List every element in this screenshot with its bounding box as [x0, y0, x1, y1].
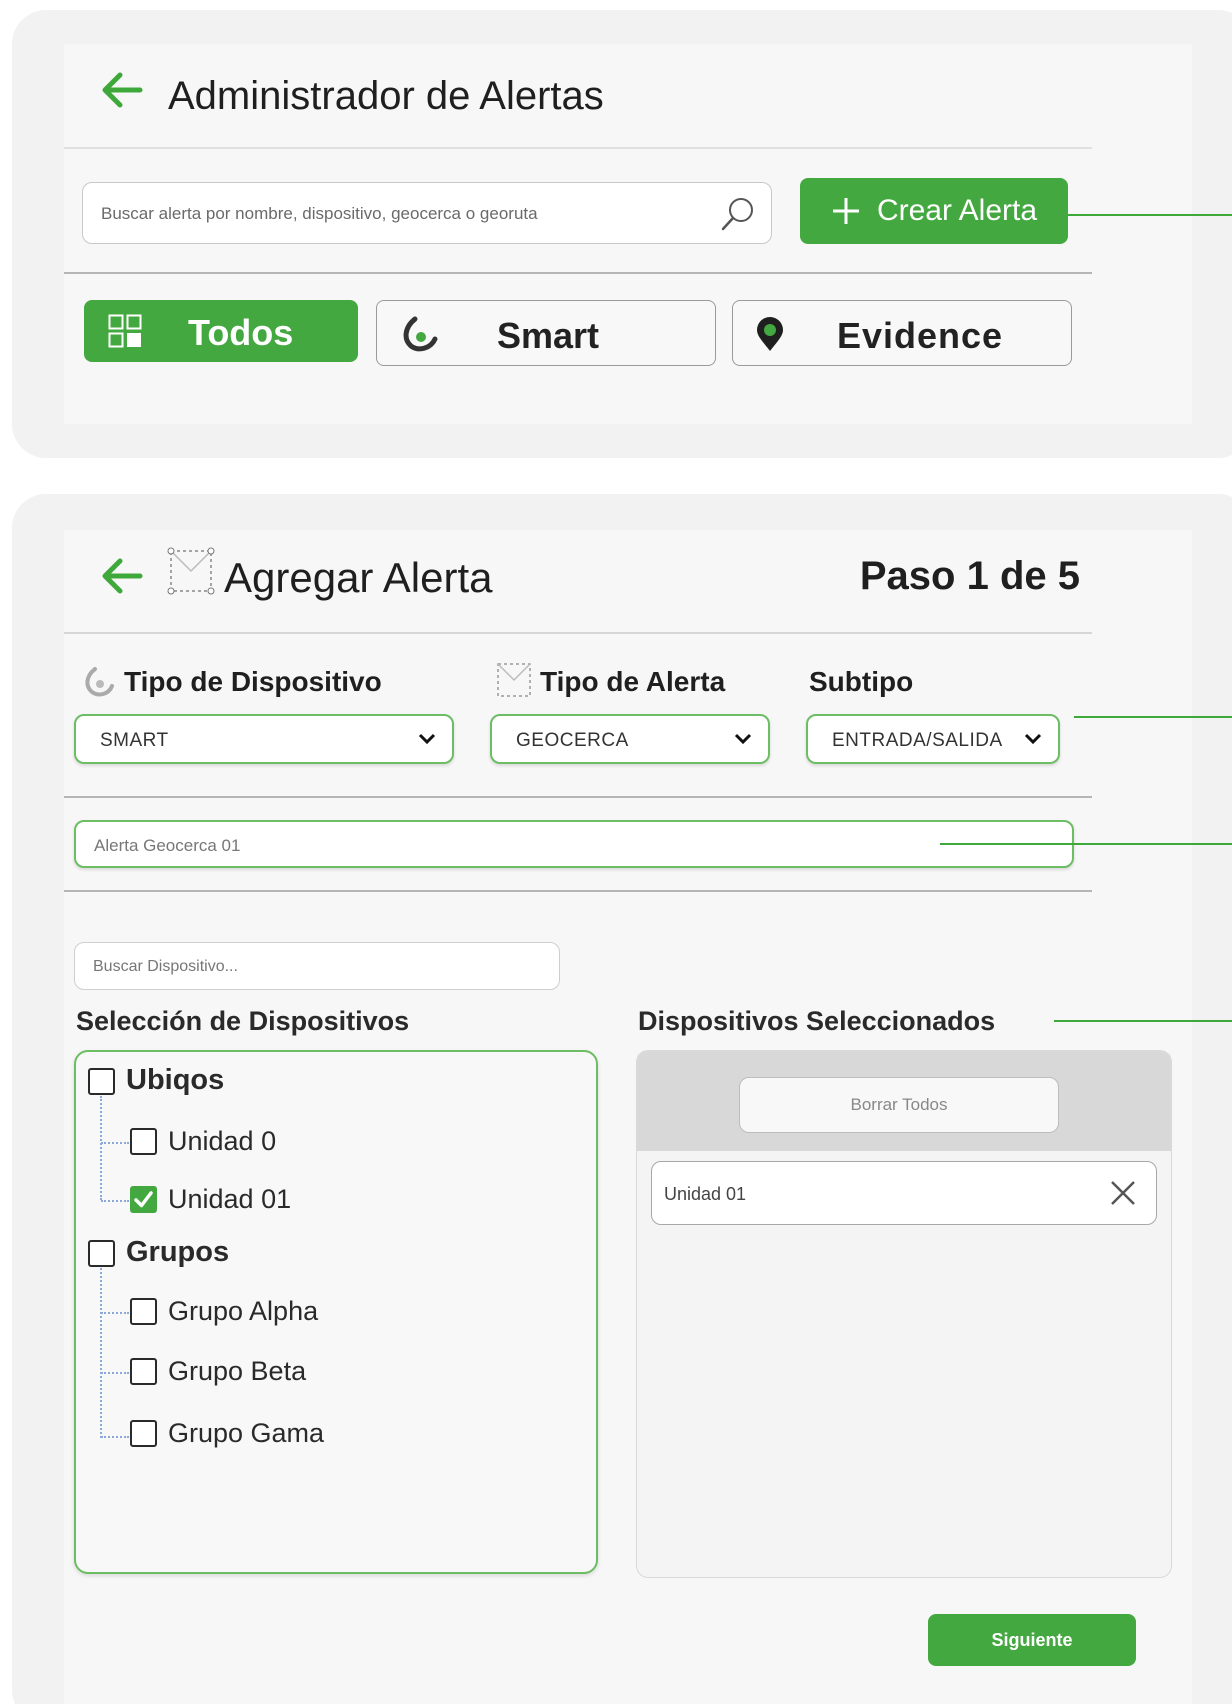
plus-icon: [831, 196, 861, 226]
divider: [64, 632, 1092, 634]
checkbox-unidad-0[interactable]: [130, 1128, 157, 1155]
tab-todos-label: Todos: [188, 312, 294, 353]
chevron-down-icon: [418, 733, 436, 745]
device-tree-panel: Ubiqos Unidad 0 Unidad 01 Grupos Grupo A…: [74, 1050, 598, 1574]
close-icon[interactable]: [1108, 1178, 1138, 1213]
annotation-line: [1074, 843, 1232, 845]
device-search-placeholder: Buscar Dispositivo...: [93, 958, 238, 975]
selected-devices-panel: Borrar Todos Unidad 01: [636, 1050, 1172, 1578]
tree-item-grupos[interactable]: Grupos: [126, 1236, 229, 1269]
tree-item-grupo-beta[interactable]: Grupo Beta: [168, 1356, 306, 1387]
tree-connector: [101, 1142, 129, 1144]
selected-device-item: Unidad 01: [651, 1161, 1157, 1225]
selection-title: Selección de Dispositivos: [76, 1006, 410, 1036]
geofence-icon: [494, 660, 534, 705]
tree-connector: [101, 1312, 129, 1314]
search-icon[interactable]: [719, 195, 757, 238]
next-button[interactable]: Siguiente: [928, 1614, 1136, 1666]
divider: [64, 147, 1092, 149]
subtype-value: ENTRADA/SALIDA: [832, 730, 1003, 751]
geofence-icon: [166, 546, 216, 605]
subtype-label: Subtipo: [809, 666, 914, 697]
back-arrow-icon[interactable]: [100, 556, 144, 601]
annotation-line: [1068, 214, 1232, 216]
selected-title: Dispositivos Seleccionados: [638, 1006, 996, 1036]
tree-item-unidad-01[interactable]: Unidad 01: [168, 1184, 291, 1215]
tree-item-unidad-0[interactable]: Unidad 0: [168, 1126, 276, 1157]
location-pin-icon: [753, 317, 787, 358]
smart-logo-icon: [399, 315, 439, 358]
alert-type-select[interactable]: GEOCERCA: [490, 714, 770, 764]
device-type-select[interactable]: SMART: [74, 714, 454, 764]
checkbox-grupo-gama[interactable]: [130, 1420, 157, 1447]
clear-all-button[interactable]: Borrar Todos: [739, 1077, 1059, 1133]
alert-name-input[interactable]: Alerta Geocerca 01: [74, 820, 1086, 868]
chevron-down-icon: [1024, 733, 1042, 745]
back-arrow-icon[interactable]: [100, 70, 144, 117]
chevron-down-icon: [734, 733, 752, 745]
page-title: Administrador de Alertas: [168, 74, 604, 118]
checkbox-ubiqos[interactable]: [88, 1068, 115, 1095]
tab-smart[interactable]: Smart: [376, 300, 716, 366]
checkbox-grupo-beta[interactable]: [130, 1358, 157, 1385]
annotation-line: [1074, 716, 1232, 718]
alert-manager-card: Administrador de Alertas Buscar alerta p…: [12, 10, 1232, 458]
tab-smart-label: Smart: [497, 315, 600, 356]
alert-type-value: GEOCERCA: [516, 730, 629, 751]
check-icon: [134, 1191, 153, 1208]
alert-name-value: Alerta Geocerca 01: [94, 836, 241, 855]
divider: [64, 796, 1092, 798]
device-search-input[interactable]: Buscar Dispositivo...: [74, 942, 560, 990]
create-alert-label: Crear Alerta: [876, 194, 1038, 227]
create-alert-button[interactable]: Crear Alerta: [800, 178, 1068, 244]
device-type-label: Tipo de Dispositivo: [124, 666, 382, 697]
tree-connector: [100, 1096, 102, 1200]
alert-type-label: Tipo de Alerta: [540, 666, 726, 697]
smart-logo-icon: [82, 666, 116, 703]
tree-connector: [101, 1436, 129, 1438]
selected-device-label: Unidad 01: [664, 1184, 747, 1204]
tab-todos[interactable]: Todos: [84, 300, 358, 362]
add-alert-card: Agregar Alerta Paso 1 de 5 Tipo de Dispo…: [12, 494, 1232, 1704]
subtype-select[interactable]: ENTRADA/SALIDA: [806, 714, 1060, 764]
tree-connector: [101, 1372, 129, 1374]
tree-item-grupo-alpha[interactable]: Grupo Alpha: [168, 1296, 318, 1327]
divider: [64, 272, 1092, 274]
annotation-line: [1054, 1020, 1232, 1022]
annotation-line: [940, 843, 1086, 845]
device-type-value: SMART: [100, 730, 169, 751]
tree-item-ubiqos[interactable]: Ubiqos: [126, 1064, 224, 1097]
step-indicator: Paso 1 de 5: [859, 554, 1080, 598]
checkbox-unidad-01[interactable]: [130, 1186, 157, 1213]
alert-search-placeholder: Buscar alerta por nombre, dispositivo, g…: [101, 204, 538, 223]
tab-evidence[interactable]: Evidence: [732, 300, 1072, 366]
wizard-title: Agregar Alerta: [224, 554, 493, 601]
checkbox-grupos[interactable]: [88, 1240, 115, 1267]
alert-search-input[interactable]: Buscar alerta por nombre, dispositivo, g…: [82, 182, 772, 244]
grid-icon: [108, 314, 142, 353]
tree-connector: [100, 1268, 102, 1438]
tree-connector: [101, 1200, 129, 1202]
tree-item-grupo-gama[interactable]: Grupo Gama: [168, 1418, 324, 1449]
divider: [64, 890, 1092, 892]
tab-evidence-label: Evidence: [837, 315, 1004, 356]
checkbox-grupo-alpha[interactable]: [130, 1298, 157, 1325]
